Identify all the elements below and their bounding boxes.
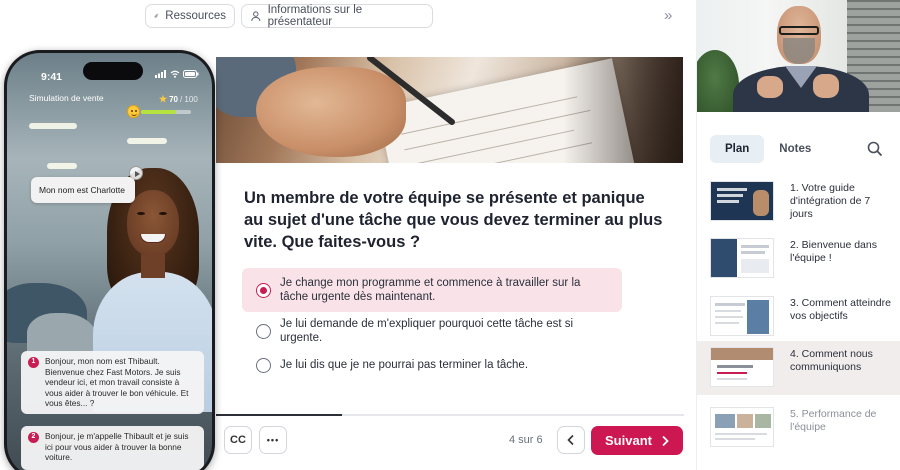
right-panel: Plan Notes 1. Votre guide d'intégration … bbox=[696, 0, 900, 470]
progress-fill bbox=[216, 414, 343, 416]
outline-item-3[interactable]: 3. Comment atteindre vos objectifs bbox=[697, 290, 900, 344]
chevron-right-icon bbox=[662, 435, 669, 446]
slide-thumbnail bbox=[710, 296, 774, 336]
simulation-title: Simulation de vente bbox=[29, 93, 104, 103]
outline-title: 4. Comment nous communiquons bbox=[790, 348, 873, 373]
dynamic-island bbox=[83, 62, 143, 80]
slide-thumbnail bbox=[710, 181, 774, 221]
top-bar: Ressources Informations sur le présentat… bbox=[0, 0, 696, 34]
answer-option-2[interactable]: Je lui demande de m'expliquer pourquoi c… bbox=[242, 316, 622, 346]
player-controls: CC ••• 4 sur 6 Suivant bbox=[216, 414, 696, 470]
slide: Un membre de votre équipe se présente et… bbox=[216, 57, 683, 394]
message-number: 1 bbox=[28, 357, 39, 368]
outline-title: 1. Votre guide d'intégration de 7 jours bbox=[790, 182, 871, 220]
outline-title: 5. Performance de l'équipe bbox=[790, 408, 877, 433]
answer-option-label: Je lui demande de m'expliquer pourquoi c… bbox=[280, 318, 574, 344]
next-button[interactable]: Suivant bbox=[591, 426, 683, 455]
signal-icon bbox=[155, 70, 166, 78]
answer-option-1[interactable]: Je change mon programme et commence à tr… bbox=[242, 268, 622, 312]
user-icon bbox=[251, 11, 261, 21]
wifi-icon bbox=[170, 70, 180, 78]
next-label: Suivant bbox=[605, 433, 652, 448]
course-player: Ressources Informations sur le présentat… bbox=[0, 0, 900, 470]
slide-thumbnail bbox=[710, 407, 774, 447]
outline-title: 2. Bienvenue dans l'équipe ! bbox=[790, 239, 877, 264]
panel-tabs: Plan Notes bbox=[710, 135, 890, 163]
resources-label: Ressources bbox=[165, 10, 226, 22]
status-time: 9:41 bbox=[41, 71, 63, 83]
presenter-info-button[interactable]: Informations sur le présentateur bbox=[241, 4, 433, 28]
resources-button[interactable]: Ressources bbox=[145, 4, 235, 28]
double-chevron-right-icon[interactable]: » bbox=[664, 8, 672, 24]
slide-counter: 4 sur 6 bbox=[509, 434, 543, 446]
chat-message-2[interactable]: 2 Bonjour, je m'appelle Thibault et je s… bbox=[21, 426, 204, 470]
phone-mockup: 9:41 Simulation de vente ★ 70 / 100 Mon … bbox=[4, 50, 215, 470]
radio-button[interactable] bbox=[256, 357, 271, 373]
tab-plan[interactable]: Plan bbox=[710, 135, 765, 163]
captions-button[interactable]: CC bbox=[224, 426, 252, 454]
presenter-video[interactable] bbox=[697, 0, 900, 112]
score-bar bbox=[141, 110, 191, 114]
chevron-left-icon bbox=[567, 434, 574, 446]
phone-screen: 9:41 Simulation de vente ★ 70 / 100 Mon … bbox=[7, 53, 212, 470]
radio-button-selected[interactable] bbox=[256, 282, 271, 298]
progress-track bbox=[216, 414, 684, 416]
answer-option-3[interactable]: Je lui dis que je ne pourrai pas termine… bbox=[242, 350, 622, 380]
outline-item-2[interactable]: 2. Bienvenue dans l'équipe ! bbox=[697, 232, 900, 286]
outline-item-1[interactable]: 1. Votre guide d'intégration de 7 jours bbox=[697, 175, 900, 229]
status-icons bbox=[155, 70, 199, 78]
hero-image bbox=[216, 57, 683, 163]
paperclip-icon bbox=[154, 13, 159, 18]
slide-thumbnail bbox=[710, 238, 774, 278]
radio-button[interactable] bbox=[256, 323, 271, 339]
slide-thumbnail bbox=[710, 347, 774, 387]
search-icon[interactable] bbox=[867, 141, 883, 157]
question-text: Un membre de votre équipe se présente et… bbox=[244, 189, 663, 251]
score-value: 70 bbox=[169, 95, 178, 104]
answer-option-label: Je change mon programme et commence à tr… bbox=[280, 277, 581, 303]
score: ★ 70 / 100 bbox=[159, 94, 198, 105]
outline-item-5[interactable]: 5. Performance de l'équipe bbox=[697, 401, 900, 455]
presenter-label: Informations sur le présentateur bbox=[267, 4, 363, 28]
message-text: Bonjour, mon nom est Thibault. Bienvenue… bbox=[45, 356, 189, 408]
smiley-icon bbox=[127, 105, 140, 118]
message-number: 2 bbox=[28, 432, 39, 443]
outline-item-4[interactable]: 4. Comment nous communiquons bbox=[697, 341, 900, 395]
speech-bubble: Mon nom est Charlotte bbox=[31, 177, 135, 203]
previous-button[interactable] bbox=[557, 426, 585, 454]
more-options-button[interactable]: ••• bbox=[259, 426, 287, 454]
answer-option-label: Je lui dis que je ne pourrai pas termine… bbox=[280, 359, 529, 371]
battery-icon bbox=[183, 70, 199, 78]
tab-notes[interactable]: Notes bbox=[764, 135, 826, 163]
chat-message-1[interactable]: 1 Bonjour, mon nom est Thibault. Bienven… bbox=[21, 351, 204, 414]
outline-title: 3. Comment atteindre vos objectifs bbox=[790, 297, 891, 322]
message-text: Bonjour, je m'appelle Thibault et je sui… bbox=[45, 431, 189, 462]
star-icon: ★ bbox=[159, 94, 168, 104]
score-total: / 100 bbox=[179, 95, 198, 104]
score-bar-fill bbox=[141, 110, 176, 114]
